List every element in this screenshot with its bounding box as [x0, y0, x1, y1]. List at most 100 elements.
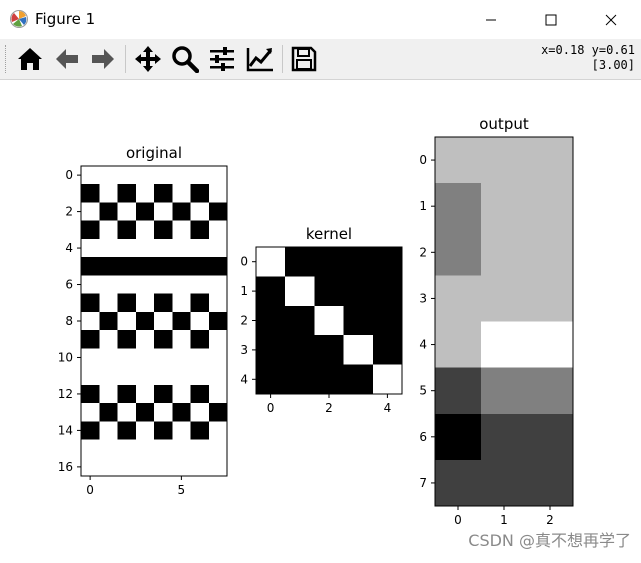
- cursor-coordinates: x=0.18 y=0.61 [3.00]: [541, 43, 635, 73]
- heatmap-cell: [343, 364, 374, 395]
- heatmap-cell: [154, 275, 173, 295]
- heatmap-cell: [208, 439, 228, 459]
- heatmap-cell: [172, 238, 191, 258]
- axes-title: output: [479, 115, 529, 133]
- edit-axis-button[interactable]: [245, 44, 275, 74]
- heatmap-cell: [208, 403, 228, 422]
- heatmap-cell: [435, 367, 482, 415]
- heatmap-cell: [435, 137, 482, 184]
- subplots-button[interactable]: [207, 44, 237, 74]
- heatmap-cell: [81, 238, 100, 258]
- heatmap-cell: [190, 457, 210, 477]
- heatmap-cell: [117, 293, 137, 313]
- y-tick-label: 8: [65, 314, 73, 328]
- heatmap-cell: [190, 293, 210, 313]
- heatmap-cell: [208, 348, 228, 367]
- maximize-button[interactable]: [528, 0, 574, 39]
- close-icon: [605, 14, 617, 25]
- heatmap-cell: [172, 257, 191, 276]
- heatmap-cell: [527, 137, 574, 184]
- y-tick-label: 5: [419, 384, 427, 398]
- y-tick-label: 0: [65, 168, 73, 182]
- heatmap-cell: [285, 305, 315, 336]
- heatmap-cell: [154, 311, 173, 331]
- heatmap-cell: [527, 367, 574, 415]
- heatmap-cell: [81, 403, 100, 422]
- heatmap-cell: [81, 311, 100, 331]
- heatmap-cell: [117, 384, 137, 404]
- x-tick-label: 5: [178, 483, 186, 497]
- save-icon: [291, 46, 317, 72]
- heatmap-cell: [117, 421, 137, 440]
- heatmap-cell: [99, 166, 118, 185]
- figure-canvas[interactable]: original 0 5 0 2 4 6 8 10 12 14 16 kernel 0 2 4 0 1 2 3 4 out…: [0, 80, 641, 559]
- heatmap-cell: [135, 275, 155, 295]
- heatmap-cell: [135, 348, 155, 367]
- y-tick-label: 6: [419, 430, 427, 444]
- heatmap-cell: [154, 384, 173, 404]
- heatmap-cell: [208, 384, 228, 404]
- heatmap-cell: [172, 457, 191, 477]
- heatmap-cell: [81, 220, 100, 240]
- heatmap-cell: [135, 257, 155, 276]
- heatmap-cell: [435, 321, 482, 369]
- heatmap-cell: [117, 220, 137, 240]
- y-tick-label: 3: [240, 343, 248, 357]
- save-button[interactable]: [289, 44, 319, 74]
- y-tick-label: 4: [419, 338, 427, 352]
- heatmap-cell: [81, 421, 100, 440]
- heatmap-cell: [481, 367, 528, 415]
- subplots-config-icon: [210, 47, 234, 71]
- heatmap-cell: [172, 220, 191, 240]
- heatmap-cell: [81, 348, 100, 367]
- heatmap-cell: [190, 403, 210, 422]
- pan-button[interactable]: [133, 44, 163, 74]
- y-tick-label: 3: [419, 291, 427, 305]
- heatmap-cell: [372, 247, 403, 277]
- heatmap-cell: [135, 384, 155, 404]
- heatmap-cell: [81, 275, 100, 295]
- heatmap-cell: [135, 220, 155, 240]
- heatmap-cell: [117, 348, 137, 367]
- heatmap-cell: [372, 364, 403, 395]
- back-button[interactable]: [52, 44, 82, 74]
- heatmap-cell: [208, 257, 228, 276]
- heatmap-cell: [372, 276, 403, 307]
- heatmap-cell: [99, 366, 118, 386]
- minimize-button[interactable]: [468, 0, 514, 39]
- heatmap-cell: [135, 403, 155, 422]
- forward-button[interactable]: [88, 44, 118, 74]
- heatmap-cell: [314, 335, 344, 365]
- heatmap-cell: [154, 184, 173, 203]
- heatmap-cell: [527, 413, 574, 461]
- close-button[interactable]: [588, 0, 634, 39]
- heatmap-cell: [172, 202, 191, 222]
- heatmap-cell: [527, 229, 574, 276]
- heatmap-cell: [481, 321, 528, 369]
- heatmap-cell: [256, 247, 286, 277]
- heatmap-cell: [256, 276, 286, 307]
- heatmap-cell: [154, 439, 173, 459]
- zoom-button[interactable]: [170, 44, 200, 74]
- heatmap-cell: [314, 276, 344, 307]
- edit-curve-icon: [246, 48, 273, 72]
- minimize-icon: [486, 19, 496, 20]
- heatmap-cell: [99, 348, 118, 367]
- heatmap-cell: [190, 166, 210, 185]
- x-tick-label: 0: [267, 401, 275, 415]
- toolbar-grip[interactable]: [5, 45, 8, 73]
- heatmap-cell: [154, 202, 173, 222]
- heatmap-cell: [154, 293, 173, 313]
- y-tick-label: 2: [240, 314, 248, 328]
- heatmap-cell: [81, 439, 100, 459]
- x-tick-label: 1: [500, 513, 508, 527]
- heatmap-cell: [81, 202, 100, 222]
- heatmap-cell: [190, 257, 210, 276]
- home-button[interactable]: [15, 44, 45, 74]
- heatmap-cell: [285, 247, 315, 277]
- heatmap-cell: [172, 293, 191, 313]
- heatmap-cell: [190, 238, 210, 258]
- heatmap-cell: [172, 366, 191, 386]
- figure-svg[interactable]: original0 50246810121416kernel0 2 401234out…: [0, 80, 641, 559]
- y-tick-label: 6: [65, 278, 73, 292]
